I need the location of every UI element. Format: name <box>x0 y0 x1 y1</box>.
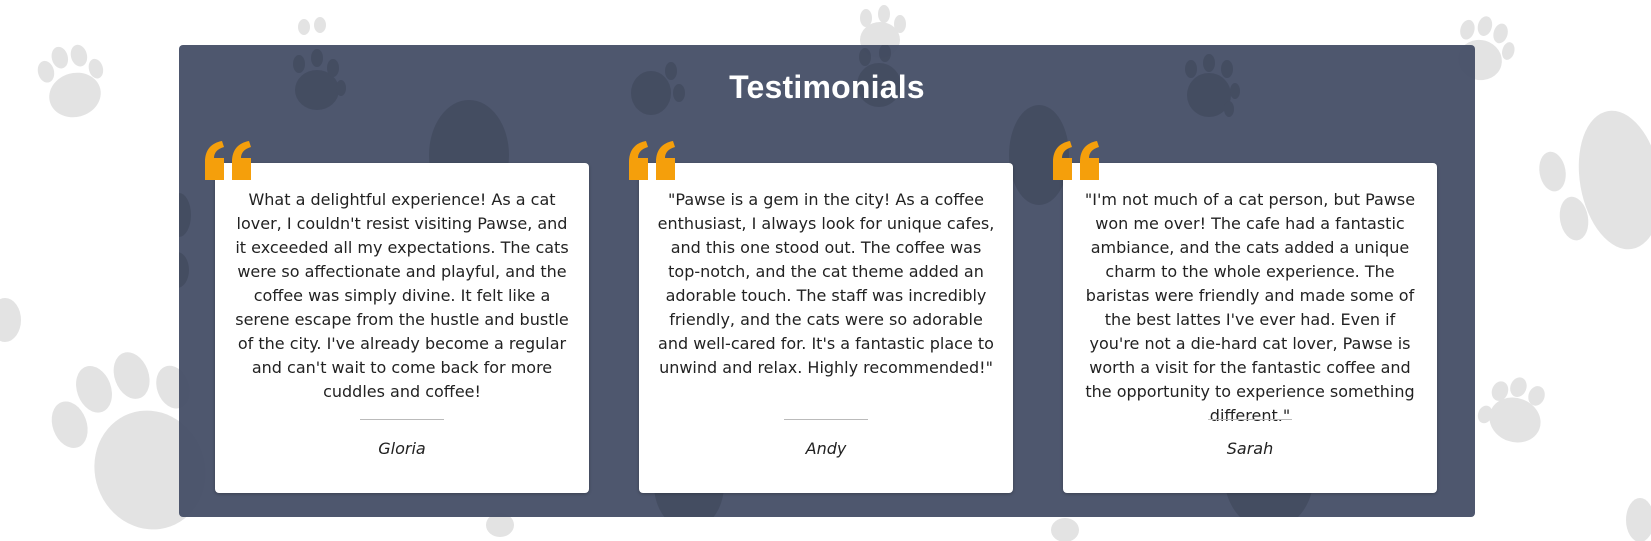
testimonial-card: "I'm not much of a cat person, but Pawse… <box>1053 141 1437 493</box>
divider <box>1208 419 1292 420</box>
quote-icon <box>1053 141 1099 180</box>
divider <box>784 419 868 420</box>
paw-print-icon <box>1626 498 1651 541</box>
testimonial-card: What a delightful experience! As a cat l… <box>205 141 589 493</box>
paw-print-icon <box>0 298 21 342</box>
testimonial-text: "Pawse is a gem in the city! As a coffee… <box>657 190 995 377</box>
section-title: Testimonials <box>729 69 925 105</box>
quote-icon <box>629 141 675 180</box>
quote-icon <box>205 141 251 180</box>
testimonial-author: Sarah <box>1226 439 1274 458</box>
testimonial-author: Andy <box>805 439 847 458</box>
divider <box>360 419 444 420</box>
testimonial-author: Gloria <box>378 439 426 458</box>
testimonial-text: What a delightful experience! As a cat l… <box>235 190 569 401</box>
paw-print-icon <box>1477 377 1545 443</box>
paw-print-icon <box>1539 110 1651 250</box>
testimonial-card: "Pawse is a gem in the city! As a coffee… <box>629 141 1013 493</box>
paw-print-icon <box>37 44 104 118</box>
testimonial-text: "I'm not much of a cat person, but Pawse… <box>1084 190 1416 425</box>
paw-print-icon <box>298 17 326 35</box>
testimonials-section: Testimonials What a delightful experienc… <box>179 45 1475 517</box>
paw-print-icon <box>1051 518 1079 541</box>
testimonial-cards: What a delightful experience! As a cat l… <box>205 141 1437 493</box>
